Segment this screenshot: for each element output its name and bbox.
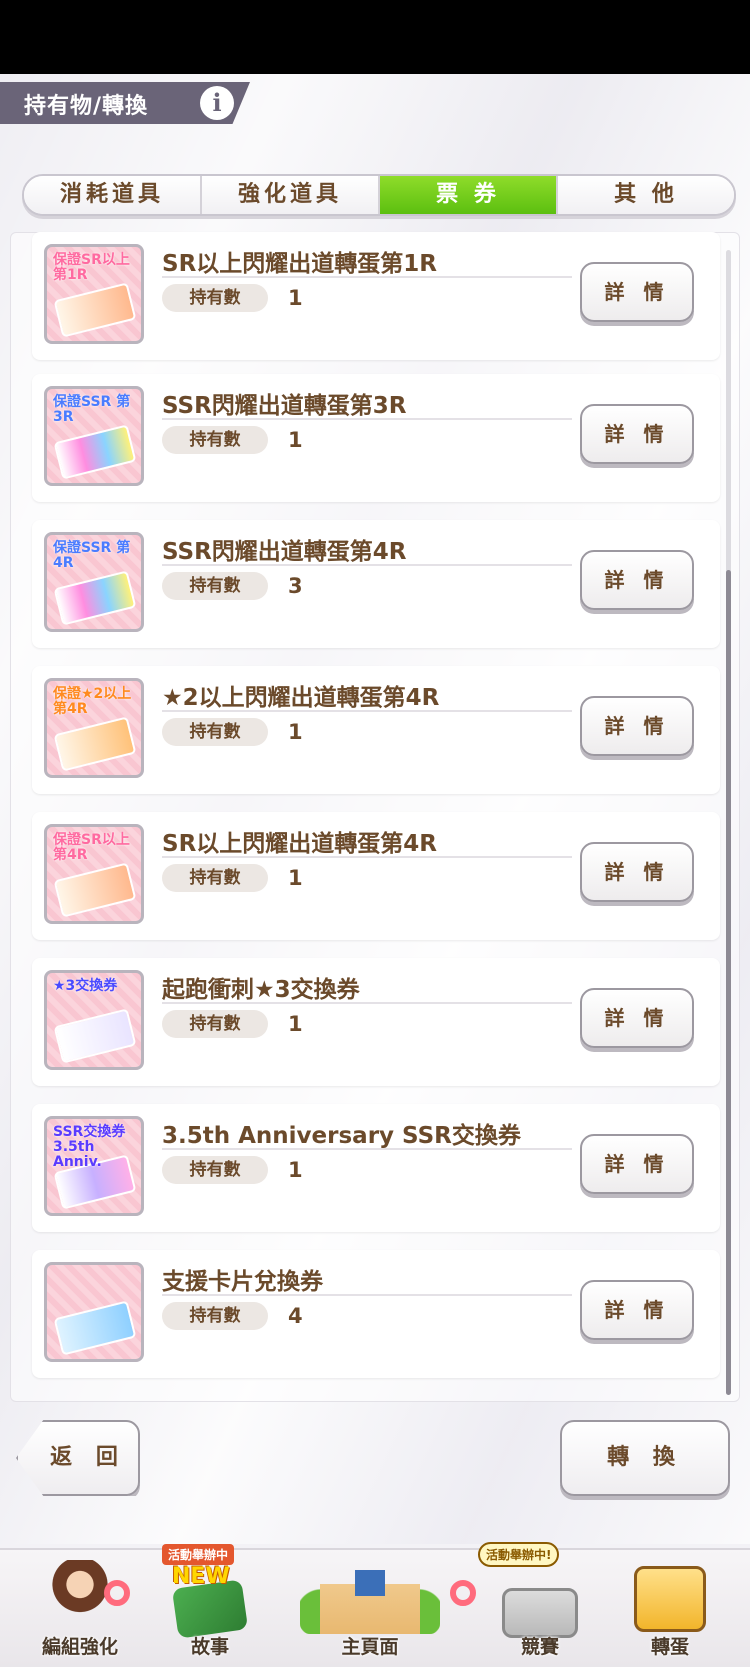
divider — [162, 418, 572, 420]
quantity-value: 1 — [288, 286, 303, 310]
thumbnail-label: 保證SR以上 第4R — [53, 832, 130, 863]
quantity-label: 持有數 — [162, 864, 268, 892]
ticket-thumbnail: 保證★2以上 第4R — [44, 678, 144, 778]
ticket-icon — [53, 282, 137, 338]
divider — [162, 710, 572, 712]
quantity-label: 持有數 — [162, 1302, 268, 1330]
quantity-label: 持有數 — [162, 718, 268, 746]
scrollbar-thumb[interactable] — [726, 570, 731, 1395]
nav-item-gacha[interactable]: 轉蛋 — [610, 1550, 730, 1667]
detail-button[interactable]: 詳 情 — [580, 696, 694, 756]
divider — [162, 564, 572, 566]
nav-item-race[interactable]: 競賽 — [480, 1550, 600, 1667]
list-item: ★3交換券 起跑衝刺★3交換券 持有數 1 詳 情 — [32, 958, 720, 1086]
gacha-gate-icon — [634, 1566, 706, 1632]
item-name: SR以上閃耀出道轉蛋第1R — [162, 251, 437, 277]
list-item: 保證SR以上 第4R SR以上閃耀出道轉蛋第4R 持有數 1 詳 情 — [32, 812, 720, 940]
quantity-value: 1 — [288, 720, 303, 744]
tab-enhancement[interactable]: 強化道具 — [202, 176, 380, 214]
ticket-thumbnail: 保證SSR 第4R — [44, 532, 144, 632]
list-item: 支援卡片兌換券 持有數 4 詳 情 — [32, 1250, 720, 1378]
ticket-thumbnail: 保證SR以上 第1R — [44, 244, 144, 344]
bottom-nav: 編組強化 故事 活動舉辦中 NEW 主頁面 競賽 活動舉辦中! 轉蛋 — [0, 1542, 750, 1667]
divider — [162, 1294, 572, 1296]
quantity-value: 1 — [288, 428, 303, 452]
notification-ring-icon — [450, 1580, 476, 1606]
quantity-label: 持有數 — [162, 284, 268, 312]
item-name: 支援卡片兌換券 — [162, 1269, 323, 1295]
ticket-icon — [53, 1008, 137, 1064]
thumbnail-label: 保證SSR 第4R — [53, 540, 131, 571]
divider — [162, 276, 572, 278]
ticket-icon — [53, 862, 137, 918]
list-item: 保證SSR 第4R SSR閃耀出道轉蛋第4R 持有數 3 詳 情 — [32, 520, 720, 648]
detail-button[interactable]: 詳 情 — [580, 262, 694, 322]
tab-consumables[interactable]: 消耗道具 — [24, 176, 202, 214]
tab-others[interactable]: 其 他 — [558, 176, 734, 214]
tab-tickets[interactable]: 票 券 — [380, 176, 558, 214]
thumbnail-label: ★3交換券 — [53, 978, 118, 994]
page-title: 持有物/轉換 — [24, 94, 149, 119]
quantity-label: 持有數 — [162, 1010, 268, 1038]
divider — [162, 1148, 572, 1150]
ticket-icon — [53, 1300, 137, 1356]
thumbnail-label: SSR交換券 3.5th Anniv. — [53, 1124, 126, 1170]
ticket-thumbnail — [44, 1262, 144, 1362]
quantity-value: 1 — [288, 1158, 303, 1182]
event-badge: 活動舉辦中 — [162, 1544, 235, 1565]
ticket-icon — [53, 570, 137, 626]
quantity-value: 4 — [288, 1304, 303, 1328]
thumbnail-label: 保證★2以上 第4R — [53, 686, 132, 717]
notification-ring-icon — [104, 1580, 130, 1606]
category-tabs: 消耗道具 強化道具 票 券 其 他 — [22, 174, 736, 216]
nav-label: 轉蛋 — [650, 1636, 689, 1658]
detail-button[interactable]: 詳 情 — [580, 550, 694, 610]
item-name: 起跑衝刺★3交換券 — [162, 977, 360, 1003]
divider — [162, 1002, 572, 1004]
detail-button[interactable]: 詳 情 — [580, 1134, 694, 1194]
ticket-thumbnail: 保證SR以上 第4R — [44, 824, 144, 924]
thumbnail-label: 保證SR以上 第1R — [53, 252, 130, 283]
event-badge: 活動舉辦中! — [478, 1542, 560, 1567]
detail-button[interactable]: 詳 情 — [580, 842, 694, 902]
item-name: ★2以上閃耀出道轉蛋第4R — [162, 685, 440, 711]
school-building-icon — [300, 1554, 440, 1634]
ticket-icon — [53, 424, 137, 480]
quantity-value: 1 — [288, 866, 303, 890]
nav-item-home[interactable]: 主頁面 — [280, 1550, 460, 1667]
detail-button[interactable]: 詳 情 — [580, 988, 694, 1048]
race-gate-icon — [502, 1588, 578, 1638]
quantity-label: 持有數 — [162, 1156, 268, 1184]
ticket-thumbnail: 保證SSR 第3R — [44, 386, 144, 486]
item-name: SR以上閃耀出道轉蛋第4R — [162, 831, 437, 857]
nav-label: 編組強化 — [41, 1636, 118, 1658]
new-tag: NEW — [172, 1564, 230, 1589]
list-item: SSR交換券 3.5th Anniv. 3.5th Anniversary SS… — [32, 1104, 720, 1232]
nav-label: 故事 — [190, 1636, 229, 1658]
quantity-value: 1 — [288, 1012, 303, 1036]
list-item: 保證★2以上 第4R ★2以上閃耀出道轉蛋第4R 持有數 1 詳 情 — [32, 666, 720, 794]
quantity-label: 持有數 — [162, 572, 268, 600]
list-item: 保證SR以上 第1R SR以上閃耀出道轉蛋第1R 持有數 1 詳 情 — [32, 232, 720, 360]
divider — [162, 856, 572, 858]
nav-item-team-enhance[interactable]: 編組強化 — [20, 1550, 140, 1667]
quantity-label: 持有數 — [162, 426, 268, 454]
thumbnail-label: 保證SSR 第3R — [53, 394, 131, 425]
quantity-value: 3 — [288, 574, 303, 598]
detail-button[interactable]: 詳 情 — [580, 1280, 694, 1340]
info-icon[interactable]: i — [200, 86, 234, 120]
convert-button[interactable]: 轉 換 — [560, 1420, 730, 1496]
item-name: SSR閃耀出道轉蛋第3R — [162, 393, 407, 419]
list-item: 保證SSR 第3R SSR閃耀出道轉蛋第3R 持有數 1 詳 情 — [32, 374, 720, 502]
nav-label: 競賽 — [520, 1636, 559, 1658]
status-bar — [0, 0, 750, 74]
ticket-thumbnail: SSR交換券 3.5th Anniv. — [44, 1116, 144, 1216]
item-name: SSR閃耀出道轉蛋第4R — [162, 539, 407, 565]
detail-button[interactable]: 詳 情 — [580, 404, 694, 464]
item-name: 3.5th Anniversary SSR交換券 — [162, 1123, 521, 1149]
ticket-thumbnail: ★3交換券 — [44, 970, 144, 1070]
nav-label: 主頁面 — [341, 1636, 399, 1658]
ticket-icon — [53, 716, 137, 772]
